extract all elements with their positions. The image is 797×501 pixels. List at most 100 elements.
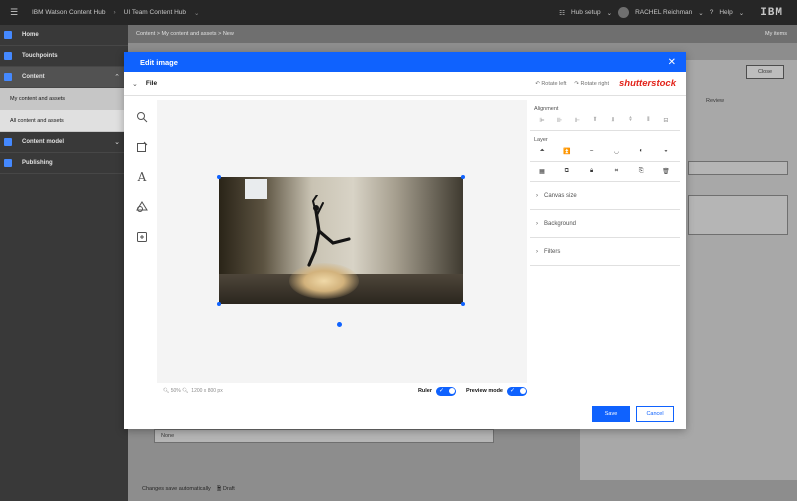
crop-layer-icon[interactable]: ⌗ [610, 168, 622, 175]
rotate-left-button[interactable]: ↶ Rotate left [535, 81, 566, 87]
align-middle-icon[interactable]: ⫫ [607, 117, 619, 124]
zoom-tool[interactable] [132, 102, 152, 132]
properties-panel: Alignment ⊫ ⊪ ⊩ ⫪ ⫫ ⫩ ⫴ ⊟ Layer ⏶ ⏫ ⌣ ◡ … [530, 100, 680, 380]
copy-icon[interactable]: ⎘ [635, 168, 647, 175]
rotate-left-label: Rotate left [541, 80, 567, 87]
crop-icon [137, 141, 148, 152]
align-left-icon[interactable]: ⊫ [536, 117, 548, 124]
draft-status: Draft [222, 486, 235, 492]
modal-header: Edit image ✕ [124, 52, 686, 72]
ruler-label: Ruler [417, 388, 432, 394]
resize-handle-top-right[interactable] [461, 175, 465, 179]
preview-mode-toggle[interactable]: ✓ [507, 386, 527, 396]
my-items-menu[interactable]: My items [765, 31, 787, 37]
hub-setup-icon: ☷ [559, 9, 565, 17]
resize-handle-bottom-left[interactable] [217, 302, 221, 306]
edit-image-modal: Edit image ✕ ⌄ File ↶ Rotate left ↷ Rota… [124, 52, 686, 429]
sticker-tool[interactable] [132, 222, 152, 252]
send-to-back-icon[interactable]: ◡ [610, 148, 622, 155]
resize-handle-top-left[interactable] [217, 175, 221, 179]
crop-tool[interactable] [132, 132, 152, 162]
filters-accordion[interactable]: › Filters [530, 238, 680, 266]
chevron-down-icon[interactable]: ⌄ [194, 9, 199, 17]
background-field[interactable]: None [154, 429, 494, 443]
bring-to-front-icon[interactable]: ⏶ [536, 148, 548, 155]
sidebar-item-touchpoints[interactable]: Touchpoints [0, 46, 128, 67]
sidebar-item-content-model[interactable]: Content model ⌄ [0, 132, 128, 153]
chevron-down-icon[interactable]: ⌄ [132, 80, 138, 88]
chevron-down-icon[interactable]: ⌄ [698, 9, 703, 17]
image-canvas[interactable] [157, 100, 527, 383]
align-top-icon[interactable]: ⫪ [589, 117, 601, 124]
chevron-down-icon[interactable]: ⌄ [607, 9, 612, 17]
close-icon[interactable]: ✕ [668, 57, 676, 68]
align-right-icon[interactable]: ⊩ [571, 117, 583, 124]
rotate-handle[interactable] [337, 322, 342, 327]
shutterstock-logo[interactable]: shutterstock [619, 78, 676, 89]
canvas-status-bar: 🔍︎ 50% 🔍︎ 1200 x 800 px Ruler ✓ Preview … [157, 383, 527, 399]
sticker-icon [137, 232, 147, 242]
transparency-icon[interactable]: ▦ [536, 168, 548, 175]
align-center-icon[interactable]: ⊪ [554, 117, 566, 124]
edited-image[interactable] [219, 177, 463, 304]
align-bottom-icon[interactable]: ⫩ [625, 117, 637, 124]
sidebar-item-home[interactable]: Home [0, 25, 128, 46]
hub-setup-menu[interactable]: Hub setup [571, 9, 601, 16]
text-icon: A [137, 170, 147, 184]
flip-horizontal-icon[interactable]: ◐ [635, 148, 647, 155]
user-menu[interactable]: RACHEL Reichman [635, 9, 692, 16]
help-menu[interactable]: Help [719, 9, 732, 16]
content-model-icon [0, 132, 16, 153]
chevron-up-icon[interactable]: ⌃ [114, 73, 120, 81]
sidebar: Home Touchpoints Content ⌃ My content an… [0, 25, 128, 501]
background-select[interactable] [688, 161, 788, 175]
background-accordion[interactable]: › Background [530, 210, 680, 238]
rotate-right-label: Rotate right [580, 80, 609, 87]
help-icon[interactable]: ? [710, 9, 714, 16]
save-button[interactable]: Save [592, 406, 630, 422]
chevron-right-icon: › [536, 248, 538, 255]
ruler-toggle-wrap: Ruler ✓ Preview mode ✓ [417, 386, 527, 396]
bring-forward-icon[interactable]: ⏫ [561, 148, 573, 155]
chevron-down-icon[interactable]: ⌄ [114, 138, 120, 146]
filters-label: Filters [544, 248, 561, 255]
sidebar-subitem-all-content[interactable]: All content and assets [0, 110, 128, 132]
draft-icon: 🗎 [216, 486, 222, 492]
alignment-icons: ⊫ ⊪ ⊩ ⫪ ⫫ ⫩ ⫴ ⊟ [534, 117, 674, 124]
lock-icon[interactable]: 🔒︎ [586, 168, 598, 175]
autosave-text: Changes save automatically [142, 486, 211, 492]
zoom-in-icon[interactable]: 🔍︎ [182, 388, 188, 394]
review-tab[interactable]: Review [706, 98, 724, 104]
cancel-button[interactable]: Cancel [636, 406, 674, 422]
text-tool[interactable]: A [132, 162, 152, 192]
ruler-toggle[interactable]: ✓ [436, 386, 456, 396]
zoom-out-icon[interactable]: 🔍︎ [163, 388, 169, 394]
publishing-icon [0, 153, 16, 174]
chevron-down-icon[interactable]: ⌄ [739, 9, 744, 17]
canvas-size-accordion[interactable]: › Canvas size [530, 182, 680, 210]
canvas-size-label: Canvas size [544, 192, 577, 199]
sidebar-subitem-my-content[interactable]: My content and assets [0, 88, 128, 110]
content-icon [0, 67, 16, 88]
background-close-button[interactable]: Close [746, 65, 784, 79]
avatar[interactable] [618, 7, 630, 18]
hub-switcher[interactable]: UI Team Content Hub [124, 9, 186, 16]
shapes-tool[interactable] [132, 192, 152, 222]
rotate-right-button[interactable]: ↷ Rotate right [574, 81, 609, 87]
autosave-status: Changes save automatically 🗎 Draft [142, 485, 235, 494]
distribute-vertical-icon[interactable]: ⊟ [660, 117, 672, 124]
file-menu[interactable]: File [146, 80, 157, 87]
distribute-horizontal-icon[interactable]: ⫴ [642, 117, 654, 124]
sidebar-item-publishing[interactable]: Publishing [0, 153, 128, 174]
trash-icon[interactable]: 🗑︎ [660, 168, 672, 175]
chevron-right-icon: › [536, 220, 538, 227]
hamburger-menu-icon[interactable]: ☰ [0, 0, 28, 25]
resize-handle-bottom-right[interactable] [461, 302, 465, 306]
breadcrumb-text[interactable]: Content > My content and assets > New [136, 31, 234, 37]
background-textarea[interactable] [688, 195, 788, 235]
sidebar-item-label: Content model [22, 139, 64, 145]
flip-vertical-icon[interactable]: ◒ [660, 148, 672, 155]
duplicate-icon[interactable]: ⧉ [561, 168, 573, 175]
send-backward-icon[interactable]: ⌣ [586, 148, 598, 155]
sidebar-item-content[interactable]: Content ⌃ [0, 67, 128, 88]
